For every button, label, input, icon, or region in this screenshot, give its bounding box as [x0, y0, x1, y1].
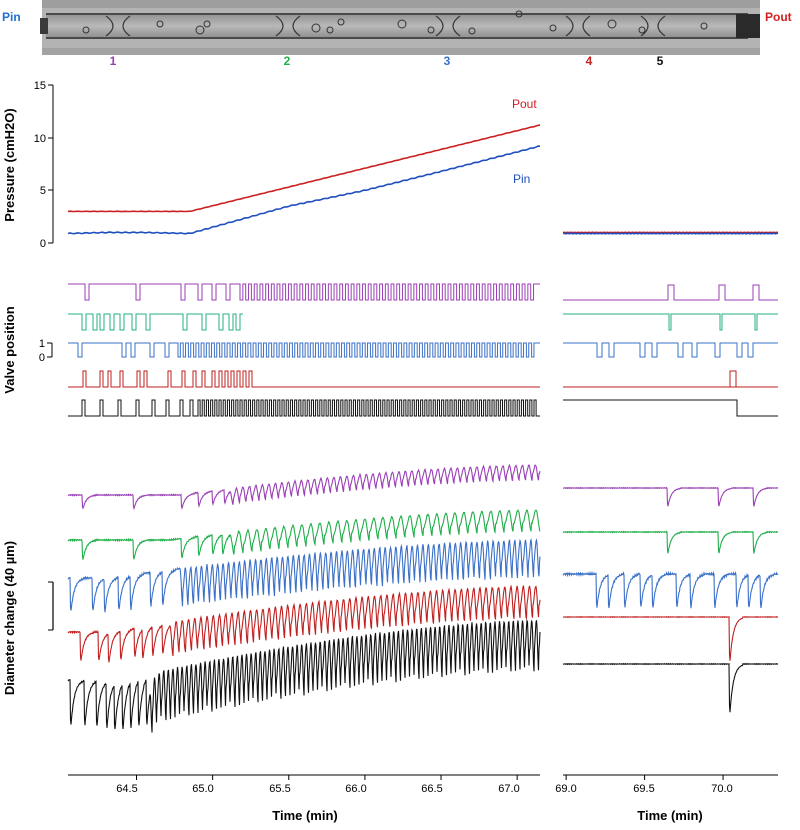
valve-tick-1: 1	[39, 338, 45, 350]
pout-end-label: Pout	[765, 10, 792, 24]
x-tick-66-5: 66.5	[421, 783, 442, 795]
valve-2-trace-right	[563, 313, 778, 331]
pressure-tick-15: 15	[34, 80, 46, 92]
valve-5-trace-right	[563, 399, 778, 417]
x-tick-69-0: 69.0	[555, 783, 576, 795]
valve-position-traces	[68, 283, 778, 417]
pressure-tick-0: 0	[40, 238, 46, 250]
valve-number-3: 3	[444, 54, 451, 68]
diameter-trace-valve-1-left	[67, 463, 541, 511]
pout-line-left	[67, 124, 541, 213]
time-axis-title-right: Time (min)	[637, 808, 703, 823]
x-tick-66-0: 66.0	[345, 783, 366, 795]
pin-end-label: Pin	[2, 10, 21, 24]
pressure-axis-title: Pressure (cmH2O)	[2, 108, 17, 221]
pin-line-left	[67, 145, 540, 235]
x-tick-69-5: 69.5	[633, 783, 654, 795]
time-axis-left: 64.5 65.0 65.5 66.0 66.5 67.0	[68, 774, 540, 795]
valve-number-labels: 1 2 3 4 5	[110, 54, 664, 68]
diameter-axis-title: Diameter change (40 µm)	[2, 541, 17, 695]
valve-3-trace-right	[563, 342, 778, 358]
valve-1-trace-left	[68, 283, 540, 301]
x-tick-64-5: 64.5	[116, 783, 137, 795]
diameter-trace-valve-3-right	[562, 570, 779, 609]
valve-axis-title: Valve position	[2, 306, 17, 393]
diameter-trace-valve-5-right	[562, 662, 779, 713]
valve-1-trace-right	[563, 284, 778, 301]
x-tick-67-0: 67.0	[498, 783, 519, 795]
x-tick-65-0: 65.0	[192, 783, 213, 795]
diameter-trace-valve-4-right	[562, 615, 779, 661]
valve-number-2: 2	[284, 54, 291, 68]
pressure-tick-10: 10	[34, 133, 46, 145]
time-axis-title-left: Time (min)	[272, 808, 338, 823]
valve-2-trace-left	[68, 313, 243, 331]
valve-5-trace-left	[68, 399, 540, 417]
x-tick-70-0: 70.0	[711, 783, 732, 795]
vessel-micrograph	[40, 0, 760, 55]
valve-number-5: 5	[657, 54, 664, 68]
diameter-trace-valve-4-left	[67, 584, 541, 663]
diameter-change-traces	[67, 463, 779, 733]
time-axis-right: 69.0 69.5 70.0	[555, 774, 778, 795]
diameter-trace-valve-2-left	[67, 509, 541, 560]
pin-series-label: Pin	[513, 172, 530, 186]
valve-tick-0: 0	[39, 352, 45, 364]
valve-4-trace-left	[68, 370, 540, 388]
valve-scale-axis: 1 0	[39, 338, 53, 364]
pout-series-label: Pout	[512, 97, 537, 111]
pin-line-right	[562, 232, 779, 235]
diameter-trace-valve-1-right	[562, 486, 779, 507]
diameter-trace-valve-2-right	[562, 530, 779, 554]
valve-number-4: 4	[586, 54, 593, 68]
x-tick-65-5: 65.5	[269, 783, 290, 795]
pressure-y-axis: 0 5 10 15	[34, 80, 54, 250]
pressure-tick-5: 5	[40, 185, 46, 197]
valve-4-pulse-right	[729, 370, 737, 387]
valve-number-1: 1	[110, 54, 117, 68]
valve-3-trace-left	[68, 342, 540, 358]
valve-recording-figure: Pin Pout 1 2 3 4 5 Pressure (cmH2O) Valv…	[2, 0, 792, 823]
